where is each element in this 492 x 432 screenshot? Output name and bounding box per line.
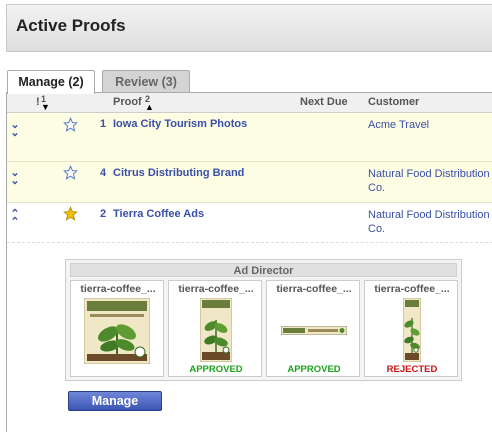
thumbnail-filename: tierra-coffee_...: [276, 283, 352, 295]
page-header: Active Proofs: [6, 4, 492, 52]
sort-down-arrow-icon: ▼: [41, 102, 50, 112]
star-filled-icon[interactable]: [63, 206, 78, 221]
thumbnail-filename: tierra-coffee_...: [374, 283, 450, 295]
column-next-due[interactable]: Next Due: [300, 96, 348, 108]
sort-up-arrow-icon: ▲: [145, 102, 154, 112]
star-outline-icon[interactable]: [63, 165, 78, 180]
column-customer[interactable]: Customer: [368, 96, 419, 108]
proofs-panel: ! 1 ▼ Proof 2 ▲ Next Due Customer ⌄ ⌄ 1 I…: [6, 92, 492, 432]
tab-review[interactable]: Review (3): [102, 70, 190, 93]
customer-link[interactable]: Natural Food Distribution Co.: [368, 167, 492, 195]
proof-row[interactable]: ⌄ ⌄ 4 Citrus Distributing Brand Natural F…: [7, 162, 492, 203]
proof-row-expanded[interactable]: ⌃ ⌃ 2 Tierra Coffee Ads Natural Food Dist…: [7, 203, 492, 243]
proof-number: 1: [100, 118, 107, 130]
proof-name-link[interactable]: Citrus Distributing Brand: [113, 167, 244, 179]
customer-link[interactable]: Natural Food Distribution Co.: [368, 208, 492, 236]
page-title: Active Proofs: [16, 16, 126, 35]
ad-director-title: Ad Director: [70, 263, 457, 277]
coffee-banner-ad-image: [281, 326, 347, 335]
column-proof[interactable]: Proof: [113, 96, 142, 108]
proof-thumbnail[interactable]: tierra-coffee_... REJECTED: [364, 280, 458, 377]
proof-number: 4: [100, 167, 107, 179]
approval-status: APPROVED: [189, 364, 243, 375]
proof-name-link[interactable]: Iowa City Tourism Photos: [113, 118, 247, 130]
tab-manage[interactable]: Manage (2): [7, 70, 95, 94]
customer-link[interactable]: Acme Travel: [368, 118, 492, 132]
column-priority[interactable]: !: [36, 96, 40, 108]
thumbnail-filename: tierra-coffee_...: [178, 283, 254, 295]
coffee-ad-poster-image: [84, 298, 150, 364]
proof-thumbnail[interactable]: tierra-coffee_...: [70, 280, 164, 377]
column-header-row: ! 1 ▼ Proof 2 ▲ Next Due Customer: [7, 93, 492, 113]
expand-chevron-icon[interactable]: ⌄ ⌄: [10, 120, 20, 139]
coffee-ad-poster-image: [403, 298, 421, 362]
proof-name-link[interactable]: Tierra Coffee Ads: [113, 208, 204, 220]
proof-number: 2: [100, 208, 107, 220]
star-outline-icon[interactable]: [63, 117, 78, 132]
proof-row[interactable]: ⌄ ⌄ 1 Iowa City Tourism Photos Acme Trave…: [7, 113, 492, 162]
expand-chevron-icon[interactable]: ⌄ ⌄: [10, 168, 20, 187]
coffee-ad-poster-image: [200, 298, 232, 362]
collapse-chevron-icon[interactable]: ⌃ ⌃: [10, 209, 20, 228]
manage-button[interactable]: Manage: [68, 391, 162, 411]
approval-status: APPROVED: [287, 364, 341, 375]
proof-thumbnail[interactable]: tierra-coffee_... APPROVED: [168, 280, 262, 377]
approval-status: REJECTED: [386, 364, 438, 375]
thumbnail-filename: tierra-coffee_...: [80, 283, 156, 295]
ad-director-panel: Ad Director tierra-coffee_... tierra-cof…: [65, 259, 462, 381]
proof-thumbnail[interactable]: tierra-coffee_... APPROVED: [266, 280, 360, 377]
